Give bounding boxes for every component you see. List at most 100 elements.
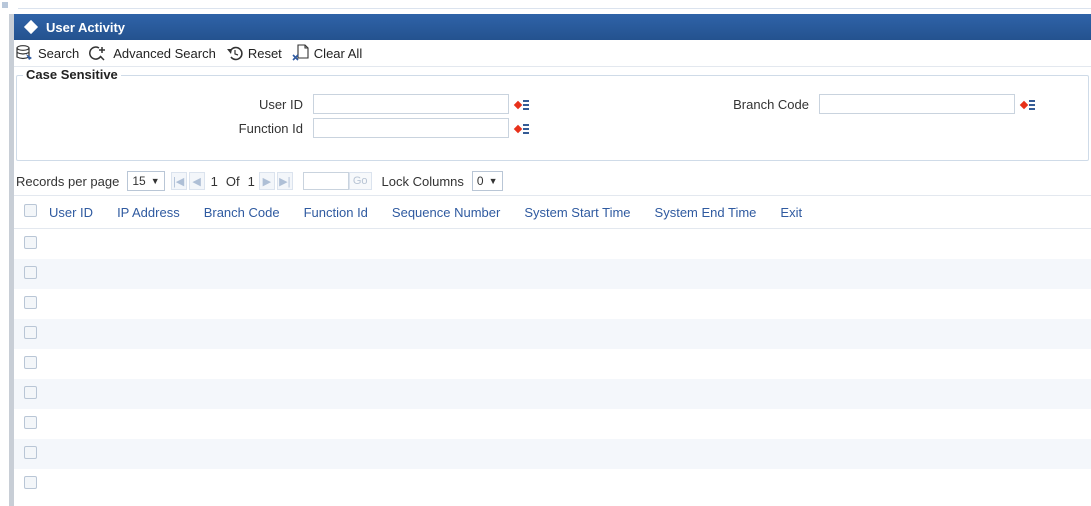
go-to-page-input[interactable] <box>302 172 349 190</box>
row-checkbox[interactable] <box>24 266 37 279</box>
table-cell <box>291 259 380 289</box>
row-checkbox[interactable] <box>24 296 37 309</box>
row-checkbox[interactable] <box>24 386 37 399</box>
table-cell <box>814 409 1091 439</box>
function-id-input[interactable] <box>313 118 509 138</box>
row-checkbox-cell <box>14 409 37 439</box>
table-cell <box>643 289 769 319</box>
column-header-system-start-time[interactable]: System Start Time <box>512 196 643 229</box>
table-cell <box>37 349 105 379</box>
reset-icon <box>226 46 243 61</box>
row-checkbox[interactable] <box>24 356 37 369</box>
go-button[interactable]: Go <box>348 172 372 190</box>
row-checkbox[interactable] <box>24 416 37 429</box>
table-cell <box>292 409 380 439</box>
row-checkbox[interactable] <box>24 476 37 489</box>
user-id-lov-icon[interactable] <box>513 97 529 111</box>
table-cell <box>768 319 815 349</box>
diamond-icon <box>23 19 39 35</box>
search-label: Search <box>38 45 80 61</box>
table-cell <box>643 469 769 499</box>
rail-marker <box>2 2 8 8</box>
next-page-icon[interactable]: ▶ <box>258 172 275 190</box>
reset-button[interactable]: Reset <box>226 45 282 61</box>
branch-code-lov-icon[interactable] <box>1019 97 1035 111</box>
table-cell <box>380 469 512 499</box>
function-id-lov-icon[interactable] <box>513 121 529 135</box>
table-row[interactable] <box>14 229 1091 260</box>
table-cell <box>768 379 815 409</box>
row-checkbox-cell <box>14 439 37 469</box>
table-row[interactable] <box>14 259 1091 289</box>
table-row[interactable] <box>14 289 1091 319</box>
row-checkbox-cell <box>14 319 37 349</box>
table-cell <box>642 439 769 469</box>
table-row[interactable] <box>14 469 1091 499</box>
column-header-user-id[interactable]: User ID <box>37 196 106 229</box>
column-header-sequence-number[interactable]: Sequence Number <box>379 196 513 229</box>
clear-all-label: Clear All <box>313 45 363 61</box>
records-per-page-label: Records per page <box>16 173 120 189</box>
previous-page-icon[interactable]: ◀ <box>188 172 205 190</box>
user-activity-window: User Activity Search Advanced Search Res… <box>14 14 1091 506</box>
table-cell <box>768 469 814 499</box>
first-page-icon[interactable]: |◀ <box>170 172 187 190</box>
function-id-row: Function Id <box>193 118 529 138</box>
table-cell <box>105 439 192 469</box>
chevron-down-icon: ▼ <box>488 176 498 186</box>
table-cell <box>379 319 513 349</box>
row-checkbox[interactable] <box>24 446 37 459</box>
table-cell <box>105 409 192 439</box>
top-strip <box>0 0 1091 14</box>
table-cell <box>380 409 512 439</box>
table-row[interactable] <box>14 409 1091 439</box>
table-cell <box>379 379 513 409</box>
table-cell <box>512 469 642 499</box>
table-cell <box>191 259 292 289</box>
table-cell <box>105 469 192 499</box>
table-cell <box>379 439 513 469</box>
records-per-page-select[interactable]: 15 ▼ <box>127 171 165 191</box>
table-row[interactable] <box>14 439 1091 469</box>
lock-columns-select[interactable]: 0 ▼ <box>471 171 503 191</box>
table-row[interactable] <box>14 379 1091 409</box>
row-checkbox-cell <box>14 289 37 319</box>
table-cell <box>512 379 643 409</box>
table-cell <box>192 289 292 319</box>
select-all-checkbox[interactable] <box>24 204 37 217</box>
table-cell <box>512 409 642 439</box>
row-checkbox[interactable] <box>24 236 37 249</box>
column-header-ip-address[interactable]: IP Address <box>105 196 192 229</box>
table-cell <box>105 289 192 319</box>
column-header-exit[interactable]: Exit <box>768 196 815 229</box>
table-cell <box>291 439 380 469</box>
advanced-search-button[interactable]: Advanced Search <box>89 45 216 61</box>
column-header-system-end-time[interactable]: System End Time <box>642 196 769 229</box>
row-checkbox-cell <box>14 349 37 379</box>
table-cell <box>292 229 380 260</box>
column-header-function-id[interactable]: Function Id <box>291 196 380 229</box>
table-cell <box>380 289 512 319</box>
table-cell <box>192 409 292 439</box>
row-checkbox[interactable] <box>24 326 37 339</box>
total-pages: 1 <box>247 173 255 189</box>
top-divider <box>18 8 1091 9</box>
column-header-branch-code[interactable]: Branch Code <box>191 196 292 229</box>
clear-all-button[interactable]: Clear All <box>292 44 362 62</box>
table-cell <box>192 469 292 499</box>
row-checkbox-cell <box>14 259 37 289</box>
last-page-icon[interactable]: ▶| <box>276 172 293 190</box>
user-id-row: User ID <box>193 94 529 114</box>
table-cell <box>512 289 642 319</box>
case-sensitive-legend: Case Sensitive <box>23 67 121 82</box>
table-cell <box>512 259 643 289</box>
table-row[interactable] <box>14 349 1091 379</box>
branch-code-input[interactable] <box>819 94 1015 114</box>
table-row[interactable] <box>14 319 1091 349</box>
branch-code-label: Branch Code <box>733 96 809 112</box>
user-id-input[interactable] <box>313 94 509 114</box>
search-button[interactable]: Search <box>16 45 79 61</box>
records-per-page-value: 15 <box>132 174 146 188</box>
table-cell <box>292 469 380 499</box>
table-cell <box>768 409 814 439</box>
